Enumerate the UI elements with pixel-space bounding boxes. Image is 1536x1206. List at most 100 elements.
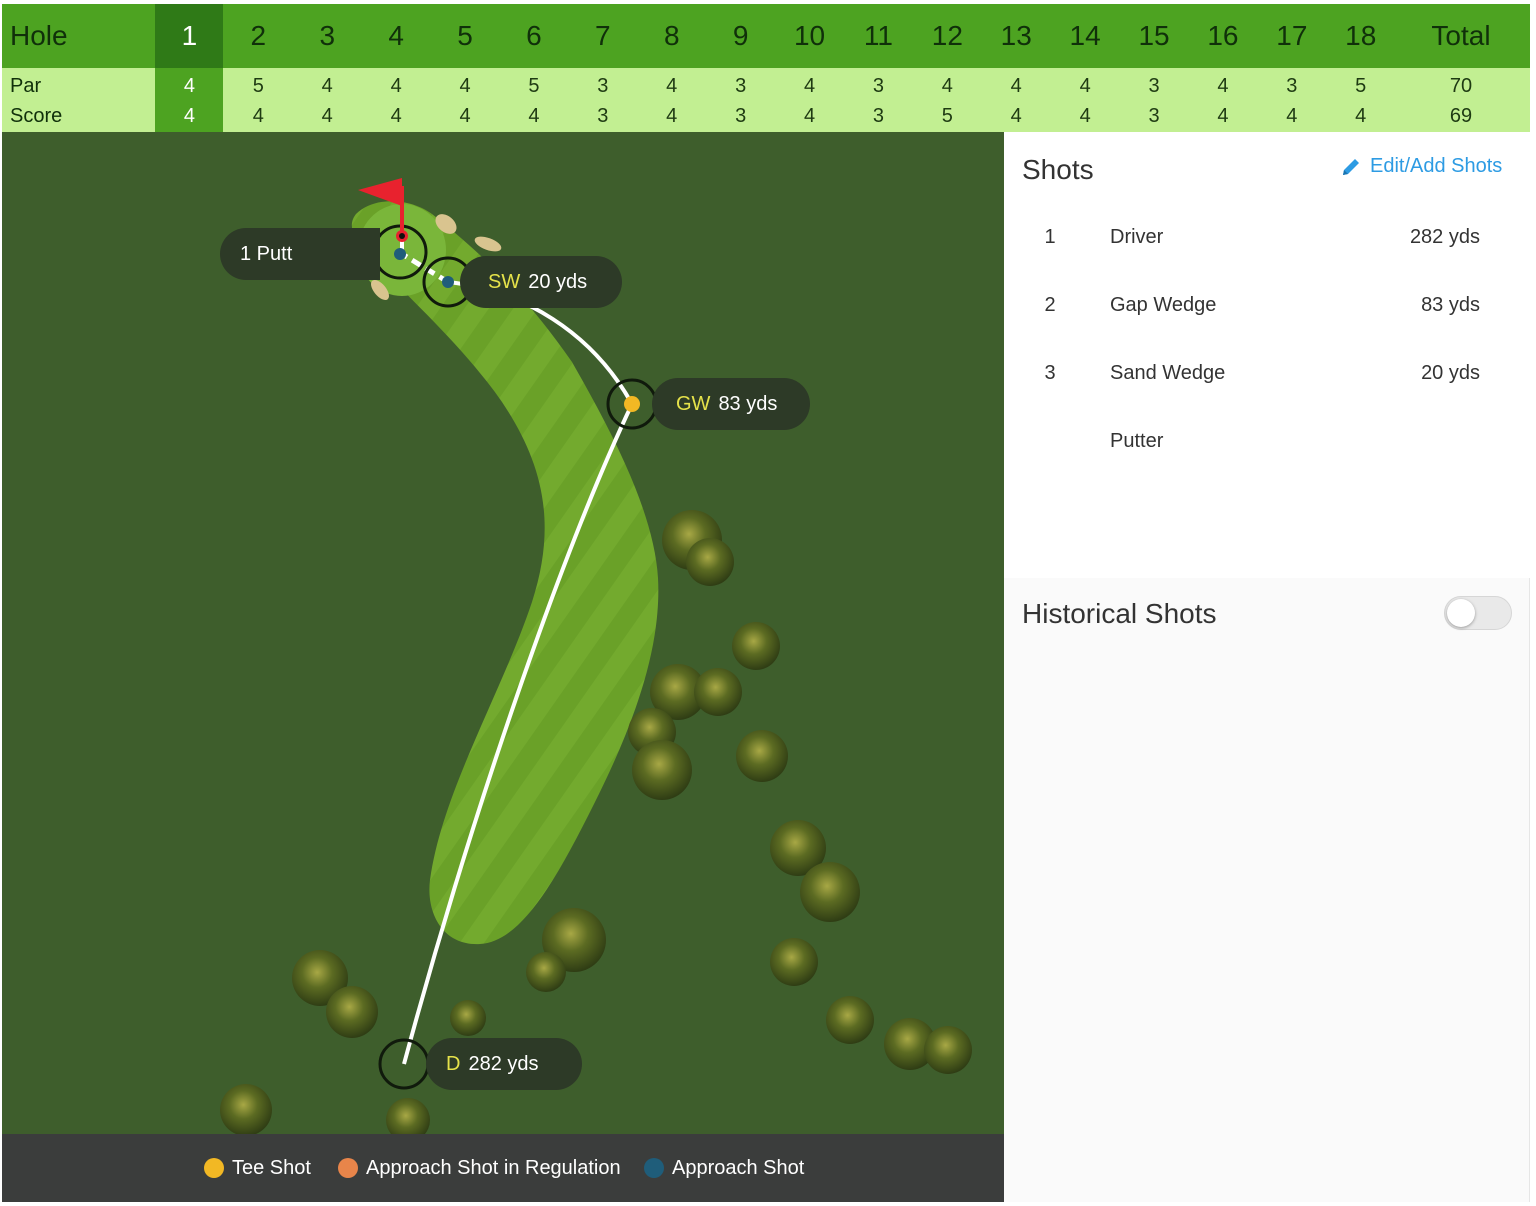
historical-shots-toggle[interactable] xyxy=(1444,596,1512,630)
hole-number[interactable]: 4 xyxy=(362,18,431,54)
hole-number[interactable]: 14 xyxy=(1051,18,1120,54)
legend-label: Approach Shot xyxy=(672,1157,805,1179)
hole-score: 5 xyxy=(941,105,953,127)
shot-row[interactable]: 2 Gap Wedge 83 yds xyxy=(1004,290,1530,320)
legend-label: Tee Shot xyxy=(232,1157,311,1179)
score-total: 69 xyxy=(1449,105,1473,127)
hole-par: 3 xyxy=(1286,75,1298,97)
total-header: Total xyxy=(1431,20,1491,51)
hole-number[interactable]: 17 xyxy=(1257,18,1326,54)
hole-number[interactable]: 13 xyxy=(982,18,1051,54)
hole-number[interactable]: 3 xyxy=(293,18,362,54)
hole-number[interactable]: 15 xyxy=(1120,18,1189,54)
sw-club-abbrev: SW xyxy=(488,271,521,293)
hole-par: 4 xyxy=(1217,75,1229,97)
hole-score: 3 xyxy=(1148,105,1160,127)
hole-score: 4 xyxy=(1286,105,1298,127)
hole-row-label: Hole xyxy=(10,20,68,51)
hole-map[interactable]: 1 Putt SW 20 yds GW 83 yds D 282 yds xyxy=(2,132,1004,1134)
hole-par: 3 xyxy=(735,75,747,97)
hole-score: 4 xyxy=(1355,105,1367,127)
hole-par: 4 xyxy=(390,75,402,97)
hole-score: 4 xyxy=(390,105,402,127)
hole-number[interactable]: 6 xyxy=(500,18,569,54)
shot-distance: 20 yds xyxy=(1421,362,1480,384)
hole-number[interactable]: 8 xyxy=(637,18,706,54)
d-club-abbrev: D xyxy=(446,1053,461,1075)
hole-score: 3 xyxy=(597,105,609,127)
shots-panel: Shots Edit/Add Shots 1 Driver 282 yds 2 … xyxy=(1004,132,1530,1202)
shot-row[interactable]: Putter xyxy=(1004,426,1530,456)
hole-score: 4 xyxy=(1010,105,1022,127)
shot-row[interactable]: 3 Sand Wedge 20 yds xyxy=(1004,358,1530,388)
hole-score: 4 xyxy=(666,105,678,127)
hole-score: 4 xyxy=(252,105,264,127)
hole-score: 4 xyxy=(183,105,195,127)
hole-score: 4 xyxy=(459,105,471,127)
driver-shot-tag[interactable]: D 282 yds xyxy=(426,1038,582,1090)
shot-club: Sand Wedge xyxy=(1110,362,1226,384)
shot-row[interactable]: 1 Driver 282 yds xyxy=(1004,222,1530,252)
hole-score: 4 xyxy=(1079,105,1091,127)
hole-par: 4 xyxy=(941,75,953,97)
hole-number[interactable]: 5 xyxy=(431,18,500,54)
shot-legend: Tee Shot Approach Shot in Regulation App… xyxy=(2,1134,1004,1202)
hole-number[interactable]: 10 xyxy=(775,18,844,54)
putt-tag-text: 1 Putt xyxy=(240,243,293,265)
hole-par: 5 xyxy=(1355,75,1367,97)
d-distance: 282 yds xyxy=(468,1053,539,1075)
hole-par: 3 xyxy=(872,75,884,97)
shot-club: Driver xyxy=(1110,226,1164,248)
hole-par: 5 xyxy=(528,75,540,97)
sw-shot-tag[interactable]: SW 20 yds xyxy=(460,256,622,308)
gw-distance: 83 yds xyxy=(718,393,778,415)
historical-shots-title: Historical Shots xyxy=(1022,598,1217,629)
hole-number[interactable]: 2 xyxy=(224,18,293,54)
hole-par: 4 xyxy=(803,75,816,97)
hole-number[interactable]: 11 xyxy=(844,18,913,54)
legend-label: Approach Shot in Regulation xyxy=(366,1157,621,1179)
hole-par: 4 xyxy=(183,75,195,97)
gw-shot-tag[interactable]: GW 83 yds xyxy=(652,378,810,430)
shot-distance: 83 yds xyxy=(1421,294,1480,316)
hole-par: 3 xyxy=(597,75,609,97)
pencil-icon xyxy=(1343,159,1359,175)
gw-club-abbrev: GW xyxy=(676,393,711,415)
shot-distance: 282 yds xyxy=(1409,226,1480,248)
hole-score: 3 xyxy=(872,105,884,127)
shot-number: 1 xyxy=(1044,226,1056,248)
hole-par: 4 xyxy=(666,75,678,97)
shot-number: 3 xyxy=(1044,362,1056,384)
shots-title: Shots xyxy=(1022,154,1094,185)
hole-score: 3 xyxy=(735,105,747,127)
par-total: 70 xyxy=(1449,75,1473,97)
score-row-label: Score xyxy=(10,105,63,127)
hole-number[interactable]: 16 xyxy=(1189,18,1258,54)
toggle-knob xyxy=(1447,599,1475,627)
approach-shot-dot-icon xyxy=(644,1158,664,1178)
par-row-label: Par xyxy=(10,75,42,97)
edit-add-shots-label: Edit/Add Shots xyxy=(1370,155,1503,177)
hole-par: 3 xyxy=(1148,75,1160,97)
hole-number[interactable]: 12 xyxy=(913,18,982,54)
tee-shot-dot-icon xyxy=(204,1158,224,1178)
putt-tag[interactable]: 1 Putt xyxy=(220,228,380,280)
hole-par: 4 xyxy=(1079,75,1091,97)
hole-number[interactable]: 1 xyxy=(155,18,224,54)
sw-distance: 20 yds xyxy=(528,271,588,293)
hole-number[interactable]: 18 xyxy=(1326,18,1395,54)
hole-score: 4 xyxy=(528,105,540,127)
hole-number[interactable]: 7 xyxy=(568,18,637,54)
shots-section: Shots Edit/Add Shots 1 Driver 282 yds 2 … xyxy=(1004,132,1530,578)
hole-score: 4 xyxy=(1217,105,1229,127)
shot-number: 2 xyxy=(1044,294,1056,316)
approach-regulation-dot-icon xyxy=(338,1158,358,1178)
hole-score: 4 xyxy=(803,105,816,127)
scorecard: Hole Par Score 1442543444445446547338449… xyxy=(2,4,1530,132)
hole-par: 5 xyxy=(252,75,264,97)
hole-par: 4 xyxy=(1010,75,1022,97)
hole-number[interactable]: 9 xyxy=(706,18,775,54)
shot-club: Putter xyxy=(1110,430,1164,452)
hole-par: 4 xyxy=(321,75,333,97)
shot-club: Gap Wedge xyxy=(1110,294,1217,316)
